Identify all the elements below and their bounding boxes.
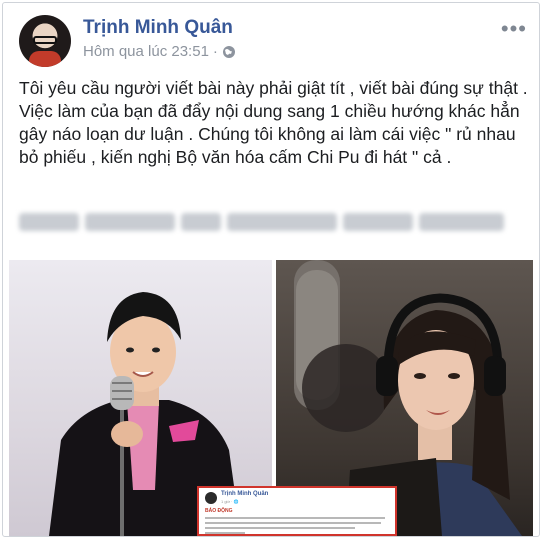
globe-icon [222,45,236,59]
post-photos[interactable]: Trịnh Minh Quân 1 giờ · 🌐 BÁO ĐỘNG [9,260,533,536]
more-options-icon[interactable]: ••• [501,18,527,40]
embedded-avatar [205,492,217,504]
author-name[interactable]: Trịnh Minh Quân [83,17,233,39]
avatar-glasses [33,36,57,44]
embedded-time: 1 giờ · 🌐 [221,499,239,504]
embedded-text-line [205,532,245,534]
meta-separator: · [212,43,218,60]
embedded-post-screenshot: Trịnh Minh Quân 1 giờ · 🌐 BÁO ĐỘNG [197,486,397,536]
embedded-text-line [205,522,381,524]
post-meta: Hôm qua lúc 23:51 · [83,43,236,60]
embedded-title: BÁO ĐỘNG [205,508,233,514]
embedded-author: Trịnh Minh Quân [221,491,269,497]
post-timestamp[interactable]: Hôm qua lúc 23:51 [83,43,209,60]
avatar-shirt [29,51,61,67]
embedded-text-line [205,527,355,529]
post-text: Tôi yêu cầu người viết bài này phải giật… [19,78,528,167]
facebook-post-card: Trịnh Minh Quân Hôm qua lúc 23:51 · ••• … [2,2,540,537]
avatar[interactable] [19,15,71,67]
blurred-text [19,201,509,243]
embedded-text-line [205,517,385,519]
